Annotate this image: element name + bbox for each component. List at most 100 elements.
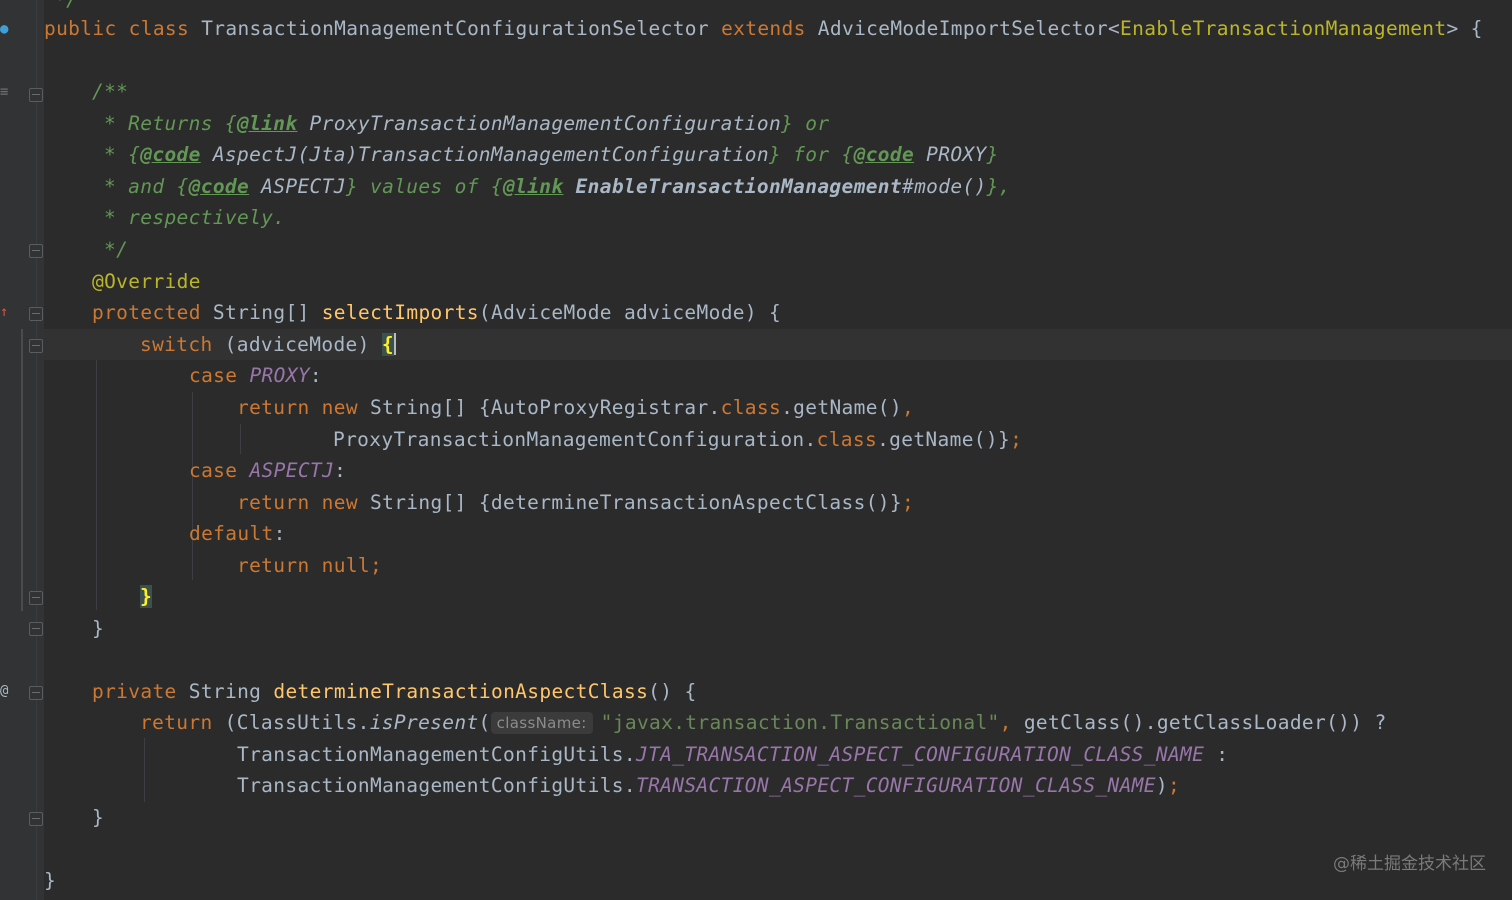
code-text: > {	[1446, 17, 1483, 40]
code-text: () {	[648, 680, 697, 703]
keyword: class	[720, 396, 782, 419]
code-text: .getName()}	[877, 428, 1011, 451]
fold-marker-method[interactable]	[29, 307, 43, 321]
method-name[interactable]: selectImports	[322, 301, 479, 324]
doc-tag[interactable]: @link	[237, 112, 297, 135]
code-editor[interactable]: */ public class TransactionManagementCon…	[21, 0, 1512, 900]
code-text: }	[92, 806, 105, 829]
code-text: ;	[1167, 774, 1181, 797]
enum-constant[interactable]: ASPECTJ	[249, 459, 334, 482]
keyword: public	[44, 17, 117, 40]
fold-marker-switch-end[interactable]	[29, 591, 43, 605]
code-text: ,	[901, 396, 915, 419]
implemented-class-icon[interactable]: ●	[0, 22, 8, 36]
type: String[]	[200, 301, 322, 324]
code-text: :	[1204, 743, 1229, 766]
doc-comment: */	[104, 238, 129, 261]
code-line: * respectively.	[104, 202, 285, 233]
text-caret	[393, 333, 396, 355]
doc-reference: ASPECTJ	[249, 175, 346, 198]
doc-tag[interactable]: @code	[140, 143, 200, 166]
keyword: return	[140, 711, 213, 734]
code-text: (AdviceMode adviceMode) {	[478, 301, 782, 324]
fold-marker-method-2[interactable]	[29, 686, 43, 700]
indent-guide	[192, 392, 193, 580]
doc-reference: PROXY	[914, 143, 987, 166]
code-text: )	[1155, 774, 1168, 797]
doc-render-icon[interactable]: ≡	[0, 85, 8, 99]
keyword: extends	[721, 17, 806, 40]
keyword: return	[237, 554, 310, 577]
doc-comment: * and {	[104, 175, 189, 198]
doc-reference[interactable]: ProxyTransactionManagementConfiguration	[297, 112, 781, 135]
code-text: }	[44, 869, 57, 892]
code-line: return (ClassUtils.isPresent(className: "…	[140, 707, 1387, 738]
fold-marker-doc[interactable]	[29, 88, 43, 102]
annotation-usage-icon[interactable]: @	[0, 684, 8, 698]
matched-brace: }	[140, 585, 153, 608]
doc-comment: */	[54, 0, 78, 11]
keyword: new	[321, 396, 358, 419]
gutter-divider	[36, 0, 37, 900]
doc-tag[interactable]: @code	[189, 175, 249, 198]
doc-reference[interactable]: #mode()	[902, 175, 987, 198]
code-text: :	[309, 364, 323, 387]
doc-reference: AspectJ(Jta)TransactionManagementConfigu…	[200, 143, 769, 166]
parameter-hint: className:	[490, 712, 593, 734]
indent-guide	[240, 424, 241, 454]
code-line: }	[140, 581, 153, 612]
code-line-method-decl: private String determineTransactionAspec…	[92, 676, 697, 707]
static-constant[interactable]: TRANSACTION_ASPECT_CONFIGURATION_CLASS_N…	[636, 774, 1156, 797]
scope-bar	[21, 329, 23, 611]
enum-constant[interactable]: PROXY	[249, 364, 309, 387]
doc-comment: {	[224, 112, 237, 135]
generic-type: EnableTransactionManagement	[1120, 17, 1447, 40]
code-text: :	[273, 522, 286, 545]
code-text: ;	[1010, 428, 1023, 451]
doc-reference[interactable]: EnableTransactionManagement	[563, 175, 902, 198]
code-text: :	[334, 459, 347, 482]
code-text: (adviceMode)	[212, 333, 382, 356]
doc-comment: * Returns	[104, 112, 225, 135]
code-line: }	[92, 613, 104, 644]
doc-tag[interactable]: @link	[503, 175, 563, 198]
doc-comment: },	[986, 175, 1011, 198]
static-constant[interactable]: JTA_TRANSACTION_ASPECT_CONFIGURATION_CLA…	[636, 743, 1204, 766]
matched-brace: {	[381, 333, 394, 356]
doc-comment: /**	[92, 80, 129, 103]
keyword: case	[189, 459, 238, 482]
method-name[interactable]: determineTransactionAspectClass	[273, 680, 648, 703]
doc-comment: } or	[781, 112, 830, 135]
indent-guide	[96, 360, 97, 610]
override-method-icon[interactable]: ↑	[0, 305, 8, 319]
code-text: ;	[901, 491, 915, 514]
code-text: .getName()	[781, 396, 902, 419]
keyword: return	[237, 491, 310, 514]
code-text: ,	[999, 711, 1012, 734]
doc-comment: * {	[104, 143, 141, 166]
doc-tag[interactable]: @code	[854, 143, 914, 166]
indent-guide	[144, 738, 145, 802]
code-line: @Override	[92, 266, 201, 297]
code-text: String[] {determineTransactionAspectClas…	[357, 491, 902, 514]
fold-marker-switch[interactable]	[29, 339, 43, 353]
keyword: default	[189, 522, 274, 545]
base-class: AdviceModeImportSelector<	[817, 17, 1121, 40]
code-line: * and {@code ASPECTJ} values of {@link E…	[104, 171, 1011, 202]
annotation[interactable]: @Override	[92, 270, 201, 293]
keyword: private	[92, 680, 177, 703]
code-text: TransactionManagementConfigUtils.	[237, 774, 636, 797]
code-text: getClass().getClassLoader()) ?	[1011, 711, 1387, 734]
code-line: /**	[92, 76, 128, 107]
code-line: default:	[189, 518, 286, 549]
static-method[interactable]: isPresent	[370, 711, 479, 734]
code-text: String[] {AutoProxyRegistrar.	[357, 396, 721, 419]
doc-comment: }	[986, 143, 999, 166]
fold-marker-method-end[interactable]	[29, 622, 43, 636]
fold-marker-doc-end[interactable]	[29, 244, 43, 258]
doc-comment: * respectively.	[104, 206, 286, 229]
code-text: (	[478, 711, 491, 734]
fold-marker-method-2-end[interactable]	[29, 812, 43, 826]
code-line: */	[104, 234, 128, 265]
code-line: switch (adviceMode) {	[140, 329, 396, 360]
